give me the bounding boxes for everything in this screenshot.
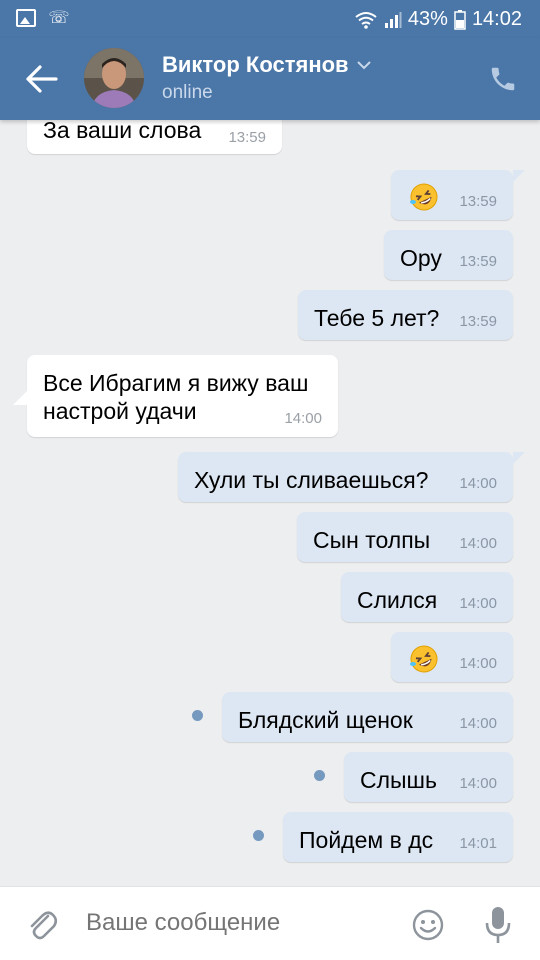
signal-icon <box>384 11 402 28</box>
avatar[interactable] <box>84 48 144 108</box>
wifi-icon <box>355 11 377 29</box>
phone-icon[interactable] <box>488 64 518 94</box>
unread-indicator <box>314 770 325 781</box>
back-arrow-icon[interactable] <box>24 62 60 96</box>
message-bubble[interactable]: Все Ибрагим я вижу ваш настрой удачи 14:… <box>13 355 338 437</box>
contact-name[interactable]: Виктор Костянов <box>162 52 371 78</box>
unread-indicator <box>253 830 264 841</box>
microphone-icon[interactable] <box>484 905 512 945</box>
chevron-down-icon[interactable] <box>356 60 371 70</box>
chat-header: Виктор Костянов online <box>0 38 540 120</box>
message-bubble[interactable]: Пойдем в дс 14:01 <box>283 812 513 862</box>
message-list[interactable]: За ваши слова 13:59 13:59 Ору 13:59 Тебе… <box>0 120 540 886</box>
message-composer <box>0 886 540 960</box>
message-bubble[interactable]: 13:59 <box>391 170 525 220</box>
rofl-emoji-icon <box>410 183 438 211</box>
message-bubble[interactable]: За ваши слова 13:59 <box>27 120 282 154</box>
message-bubble[interactable]: Слился 14:00 <box>341 572 513 622</box>
paperclip-icon[interactable] <box>26 908 58 942</box>
battery-percent: 43% <box>407 8 448 30</box>
rofl-emoji-icon <box>410 645 438 673</box>
battery-icon <box>454 9 466 30</box>
clock: 14:02 <box>471 8 522 30</box>
message-bubble[interactable]: 14:00 <box>391 632 513 682</box>
message-input[interactable] <box>86 909 386 937</box>
contact-status: online <box>162 82 213 103</box>
message-bubble[interactable]: Блядский щенок 14:00 <box>222 692 513 742</box>
unread-indicator <box>192 710 203 721</box>
gallery-icon <box>16 9 36 27</box>
message-bubble[interactable]: Слышь 14:00 <box>344 752 513 802</box>
status-bar: ☏ 43% 14:02 <box>0 0 540 38</box>
message-bubble[interactable]: Ору 13:59 <box>384 230 513 280</box>
message-bubble[interactable]: Хули ты сливаешься? 14:00 <box>178 452 525 502</box>
smile-icon[interactable] <box>412 909 444 941</box>
message-bubble[interactable]: Сын толпы 14:00 <box>297 512 513 562</box>
missed-call-icon: ☏ <box>48 8 70 27</box>
message-bubble[interactable]: Тебе 5 лет? 13:59 <box>298 290 513 340</box>
